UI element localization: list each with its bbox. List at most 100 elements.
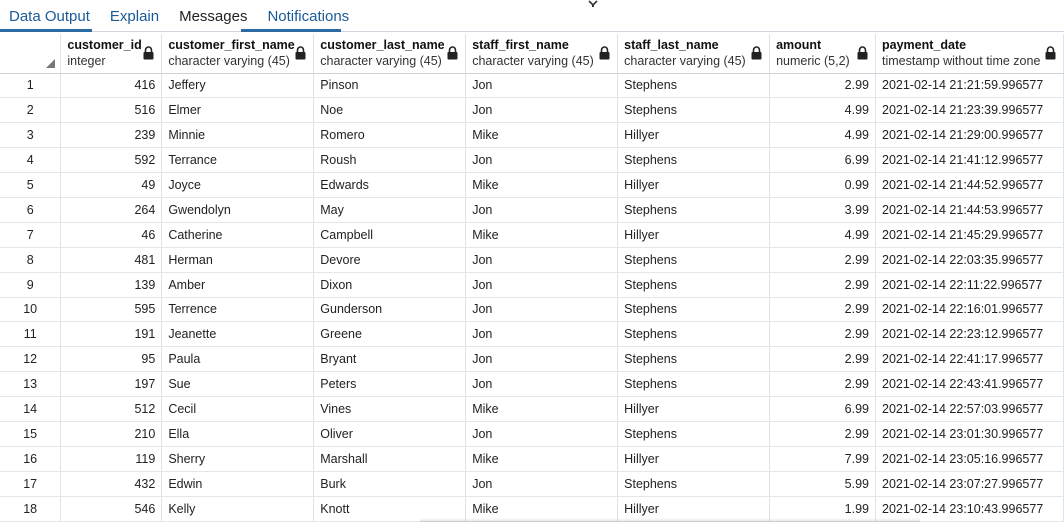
staff-last-name-cell[interactable]: Stephens [617, 97, 771, 124]
row-number[interactable]: 17 [0, 471, 62, 497]
row-number[interactable]: 2 [0, 97, 62, 124]
staff-first-name-cell[interactable]: Jon [465, 297, 619, 323]
table-row[interactable]: 11 191 Jeanette Greene Jon Stephens 2.99 2021-0… [0, 321, 1064, 348]
amount-cell[interactable]: 4.99 [769, 97, 876, 124]
customer-id-cell[interactable]: 546 [60, 496, 163, 522]
staff-first-name-cell[interactable]: Mike [465, 222, 619, 248]
payment-date-cell[interactable]: 2021-02-14 22:57:03.996577 [875, 396, 1064, 422]
table-row[interactable]: 10 595 Terrence Gunderson Jon Stephens 2.99 202… [0, 297, 1064, 323]
column-header-staff-last-name[interactable]: staff_last_name character varying (45) [617, 34, 771, 74]
customer-first-name-cell[interactable]: Gwendolyn [161, 197, 315, 223]
staff-first-name-cell[interactable]: Mike [465, 446, 619, 472]
amount-cell[interactable]: 2.99 [769, 297, 876, 323]
payment-date-cell[interactable]: 2021-02-14 21:45:29.996577 [875, 222, 1064, 248]
row-number[interactable]: 12 [0, 346, 62, 373]
table-row[interactable]: 9 139 Amber Dixon Jon Stephens 2.99 2021-02-14 … [0, 272, 1064, 298]
staff-last-name-cell[interactable]: Stephens [617, 371, 771, 398]
customer-id-cell[interactable]: 592 [60, 147, 163, 174]
customer-id-cell[interactable]: 595 [60, 297, 163, 323]
payment-date-cell[interactable]: 2021-02-14 23:07:27.996577 [875, 471, 1064, 497]
customer-last-name-cell[interactable]: Vines [313, 396, 467, 422]
staff-last-name-cell[interactable]: Stephens [617, 297, 771, 323]
table-row[interactable]: 6 264 Gwendolyn May Jon Stephens 3.99 2021-02-1… [0, 197, 1064, 223]
customer-first-name-cell[interactable]: Jeanette [161, 321, 315, 348]
customer-id-cell[interactable]: 239 [60, 122, 163, 149]
staff-last-name-cell[interactable]: Hillyer [617, 396, 771, 422]
row-number[interactable]: 11 [0, 321, 62, 348]
payment-date-cell[interactable]: 2021-02-14 22:43:41.996577 [875, 371, 1064, 398]
customer-id-cell[interactable]: 432 [60, 471, 163, 497]
customer-id-cell[interactable]: 481 [60, 247, 163, 273]
staff-last-name-cell[interactable]: Stephens [617, 73, 771, 99]
staff-first-name-cell[interactable]: Jon [465, 147, 619, 174]
table-row[interactable]: 4 592 Terrance Roush Jon Stephens 6.99 2021-02-… [0, 147, 1064, 174]
payment-date-cell[interactable]: 2021-02-14 22:41:17.996577 [875, 346, 1064, 373]
staff-first-name-cell[interactable]: Jon [465, 97, 619, 124]
customer-last-name-cell[interactable]: Edwards [313, 172, 467, 198]
customer-last-name-cell[interactable]: Pinson [313, 73, 467, 99]
staff-first-name-cell[interactable]: Jon [465, 371, 619, 398]
amount-cell[interactable]: 4.99 [769, 222, 876, 248]
payment-date-cell[interactable]: 2021-02-14 23:01:30.996577 [875, 421, 1064, 447]
amount-cell[interactable]: 6.99 [769, 147, 876, 174]
customer-first-name-cell[interactable]: Amber [161, 272, 315, 298]
customer-last-name-cell[interactable]: Peters [313, 371, 467, 398]
staff-first-name-cell[interactable]: Jon [465, 73, 619, 99]
staff-first-name-cell[interactable]: Mike [465, 122, 619, 149]
customer-first-name-cell[interactable]: Edwin [161, 471, 315, 497]
customer-id-cell[interactable]: 95 [60, 346, 163, 373]
staff-last-name-cell[interactable]: Stephens [617, 147, 771, 174]
table-row[interactable]: 3 239 Minnie Romero Mike Hillyer 4.99 2021-02-1… [0, 122, 1064, 149]
staff-last-name-cell[interactable]: Hillyer [617, 446, 771, 472]
column-header-customer-last-name[interactable]: customer_last_name character varying (45… [313, 34, 467, 74]
staff-first-name-cell[interactable]: Jon [465, 321, 619, 348]
amount-cell[interactable]: 2.99 [769, 247, 876, 273]
customer-first-name-cell[interactable]: Kelly [161, 496, 315, 522]
table-row[interactable]: 5 49 Joyce Edwards Mike Hillyer 0.99 2021-02-14… [0, 172, 1064, 198]
customer-first-name-cell[interactable]: Paula [161, 346, 315, 373]
payment-date-cell[interactable]: 2021-02-14 22:11:22.996577 [875, 272, 1064, 298]
customer-first-name-cell[interactable]: Joyce [161, 172, 315, 198]
customer-first-name-cell[interactable]: Catherine [161, 222, 315, 248]
customer-last-name-cell[interactable]: Marshall [313, 446, 467, 472]
customer-last-name-cell[interactable]: Devore [313, 247, 467, 273]
amount-cell[interactable]: 0.99 [769, 172, 876, 198]
customer-last-name-cell[interactable]: Burk [313, 471, 467, 497]
row-number[interactable]: 1 [0, 73, 62, 99]
staff-last-name-cell[interactable]: Hillyer [617, 222, 771, 248]
customer-id-cell[interactable]: 46 [60, 222, 163, 248]
customer-last-name-cell[interactable]: Oliver [313, 421, 467, 447]
amount-cell[interactable]: 6.99 [769, 396, 876, 422]
customer-first-name-cell[interactable]: Ella [161, 421, 315, 447]
amount-cell[interactable]: 2.99 [769, 321, 876, 348]
payment-date-cell[interactable]: 2021-02-14 21:21:59.996577 [875, 73, 1064, 99]
staff-first-name-cell[interactable]: Jon [465, 421, 619, 447]
table-row[interactable]: 17 432 Edwin Burk Jon Stephens 5.99 2021-02-14 … [0, 471, 1064, 497]
customer-first-name-cell[interactable]: Herman [161, 247, 315, 273]
staff-first-name-cell[interactable]: Mike [465, 396, 619, 422]
staff-last-name-cell[interactable]: Stephens [617, 346, 771, 373]
customer-last-name-cell[interactable]: Noe [313, 97, 467, 124]
column-header-amount[interactable]: amount numeric (5,2) [769, 34, 876, 74]
amount-cell[interactable]: 2.99 [769, 421, 876, 447]
customer-id-cell[interactable]: 197 [60, 371, 163, 398]
payment-date-cell[interactable]: 2021-02-14 22:03:35.996577 [875, 247, 1064, 273]
row-number[interactable]: 9 [0, 272, 62, 298]
payment-date-cell[interactable]: 2021-02-14 21:41:12.996577 [875, 147, 1064, 174]
amount-cell[interactable]: 2.99 [769, 73, 876, 99]
amount-cell[interactable]: 2.99 [769, 371, 876, 398]
table-row[interactable]: 1 416 Jeffery Pinson Jon Stephens 2.99 2021-02-… [0, 73, 1064, 99]
row-number[interactable]: 15 [0, 421, 62, 447]
customer-first-name-cell[interactable]: Elmer [161, 97, 315, 124]
payment-date-cell[interactable]: 2021-02-14 21:44:53.996577 [875, 197, 1064, 223]
row-number[interactable]: 18 [0, 496, 62, 522]
customer-id-cell[interactable]: 516 [60, 97, 163, 124]
customer-last-name-cell[interactable]: Greene [313, 321, 467, 348]
customer-last-name-cell[interactable]: May [313, 197, 467, 223]
customer-last-name-cell[interactable]: Roush [313, 147, 467, 174]
staff-first-name-cell[interactable]: Jon [465, 471, 619, 497]
table-row[interactable]: 7 46 Catherine Campbell Mike Hillyer 4.99 2021-… [0, 222, 1064, 248]
row-number[interactable]: 13 [0, 371, 62, 398]
customer-last-name-cell[interactable]: Dixon [313, 272, 467, 298]
staff-last-name-cell[interactable]: Stephens [617, 247, 771, 273]
